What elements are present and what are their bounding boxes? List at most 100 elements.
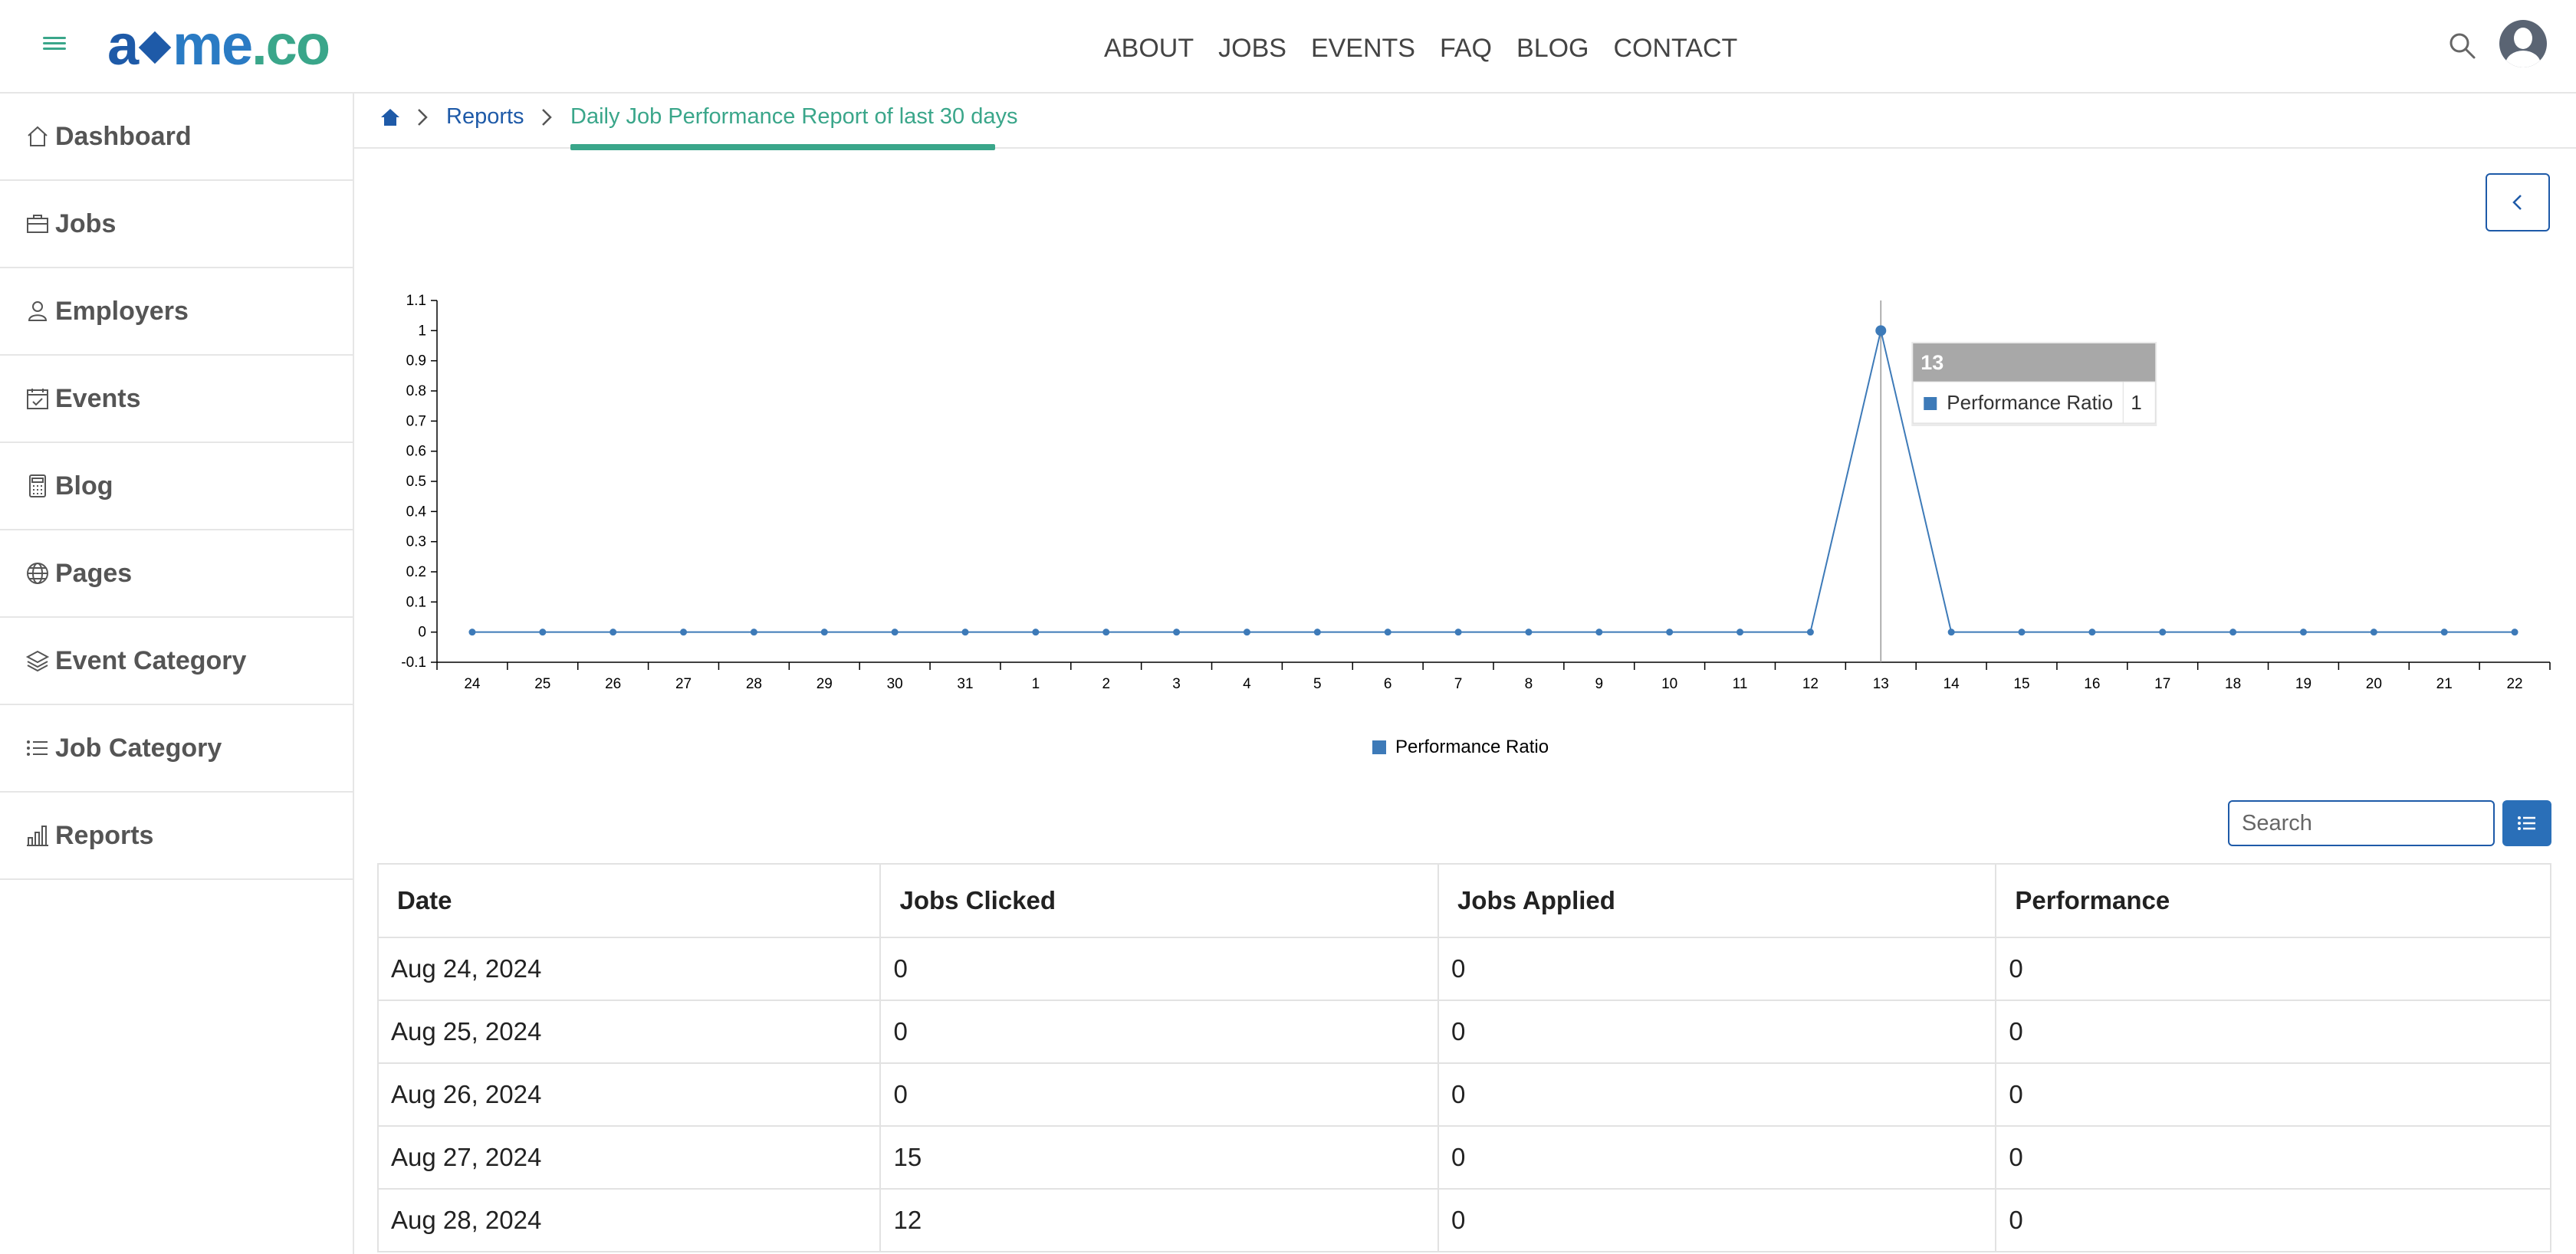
data-point[interactable] [680,629,688,636]
data-point[interactable] [2018,629,2026,636]
column-header-jobs-applied[interactable]: Jobs Applied [1437,863,1997,938]
cell-jobs-clicked: 15 [879,1125,1439,1190]
data-point[interactable] [1595,629,1603,636]
data-point[interactable] [1666,629,1674,636]
cell-jobs-clicked: 12 [879,1188,1439,1252]
nav-faq[interactable]: FAQ [1428,31,1504,66]
chevron-right-icon [542,109,552,126]
x-tick-label: 10 [1661,676,1677,692]
cell-jobs-applied: 0 [1437,1000,1997,1064]
logo-text-a: a [107,12,139,77]
series-line [472,330,2515,633]
cell-jobs-clicked: 0 [879,1062,1439,1127]
x-tick-label: 19 [2295,676,2312,692]
tooltip-swatch [1924,397,1937,410]
cell-jobs-applied: 0 [1437,1188,1997,1252]
sidebar-item-events[interactable]: Events [0,356,353,443]
data-point[interactable] [1806,629,1814,636]
tooltip-value: 1 [2131,391,2141,414]
performance-table: Date Jobs Clicked Jobs Applied Performan… [376,863,2551,1252]
data-point[interactable] [820,629,828,636]
sidebar-item-blog[interactable]: Blog [0,443,353,530]
data-point[interactable] [2088,629,2096,636]
data-point[interactable] [891,629,899,636]
y-tick-label: 0.4 [406,504,427,520]
data-point[interactable] [1947,629,1955,636]
cell-jobs-applied: 0 [1437,1062,1997,1127]
data-point[interactable] [2440,629,2448,636]
column-header-jobs-clicked[interactable]: Jobs Clicked [879,863,1439,938]
back-button[interactable] [2486,173,2550,231]
nav-events[interactable]: EVENTS [1299,31,1428,66]
data-point[interactable] [2370,629,2377,636]
data-point[interactable] [2511,629,2518,636]
x-tick-label: 15 [2013,676,2029,692]
nav-about[interactable]: ABOUT [1092,31,1206,66]
x-tick-label: 22 [2506,676,2522,692]
tooltip-title: 13 [1921,351,1944,374]
data-point[interactable] [1313,629,1321,636]
data-point[interactable] [1454,629,1462,636]
bar-chart-icon [27,826,48,846]
table-row: Aug 25, 2024 0 0 0 [376,1000,2551,1064]
cell-performance: 0 [1995,1000,2551,1064]
calendar-icon [27,389,48,409]
x-tick-label: 4 [1243,676,1251,692]
data-point[interactable] [750,629,757,636]
nav-blog[interactable]: BLOG [1504,31,1601,66]
sidebar-item-pages[interactable]: Pages [0,530,353,618]
data-point[interactable] [2229,629,2237,636]
y-tick-label: 1.1 [406,293,426,309]
table-row: Aug 24, 2024 0 0 0 [376,937,2551,1001]
sidebar-item-reports[interactable]: Reports [0,793,353,880]
x-tick-label: 3 [1172,676,1181,692]
search-icon[interactable] [2447,31,2478,61]
x-tick-label: 13 [1873,676,1889,692]
data-point[interactable] [1243,629,1250,636]
chevron-left-icon [2512,195,2522,210]
nav-contact[interactable]: CONTACT [1602,31,1750,66]
column-header-date[interactable]: Date [376,863,882,938]
data-point[interactable] [1875,325,1887,336]
hamburger-menu-icon[interactable] [43,34,66,57]
data-point[interactable] [1102,629,1110,636]
breadcrumb-reports-link[interactable]: Reports [446,104,524,130]
nav-jobs[interactable]: JOBS [1206,31,1299,66]
data-point[interactable] [1173,629,1181,636]
logo-diamond-icon [138,31,172,64]
data-point[interactable] [539,629,547,636]
x-tick-label: 17 [2154,676,2170,692]
data-point[interactable] [2159,629,2167,636]
sidebar-item-employers[interactable]: Employers [0,268,353,356]
user-avatar[interactable] [2499,20,2547,67]
data-point[interactable] [468,629,476,636]
legend-label[interactable]: Performance Ratio [1395,737,1549,757]
legend-swatch [1372,740,1386,754]
data-point[interactable] [961,629,969,636]
briefcase-icon [27,215,48,233]
site-logo[interactable]: a me .co [107,12,330,77]
logo-text-me: me [172,12,253,77]
sidebar-item-event-category[interactable]: Event Category [0,618,353,705]
data-point[interactable] [1737,629,1744,636]
column-header-performance[interactable]: Performance [1995,863,2551,938]
data-point[interactable] [1384,629,1392,636]
cell-date: Aug 24, 2024 [376,937,882,1001]
table-header-row: Date Jobs Clicked Jobs Applied Performan… [376,863,2551,938]
data-point[interactable] [1525,629,1533,636]
data-point[interactable] [2299,629,2307,636]
sidebar-item-dashboard[interactable]: Dashboard [0,94,353,181]
list-icon [2518,816,2535,830]
sidebar-item-job-category[interactable]: Job Category [0,705,353,793]
table-search-input[interactable] [2228,800,2495,846]
data-point[interactable] [1032,629,1040,636]
data-point[interactable] [610,629,617,636]
table-row: Aug 26, 2024 0 0 0 [376,1062,2551,1127]
sidebar-item-jobs[interactable]: Jobs [0,181,353,268]
x-tick-label: 14 [1944,676,1960,692]
y-tick-label: 0.6 [406,444,426,460]
home-icon[interactable] [379,106,402,129]
column-toggle-button[interactable] [2502,800,2551,846]
sidebar-item-label: Reports [55,820,154,850]
x-tick-label: 1 [1032,676,1040,692]
